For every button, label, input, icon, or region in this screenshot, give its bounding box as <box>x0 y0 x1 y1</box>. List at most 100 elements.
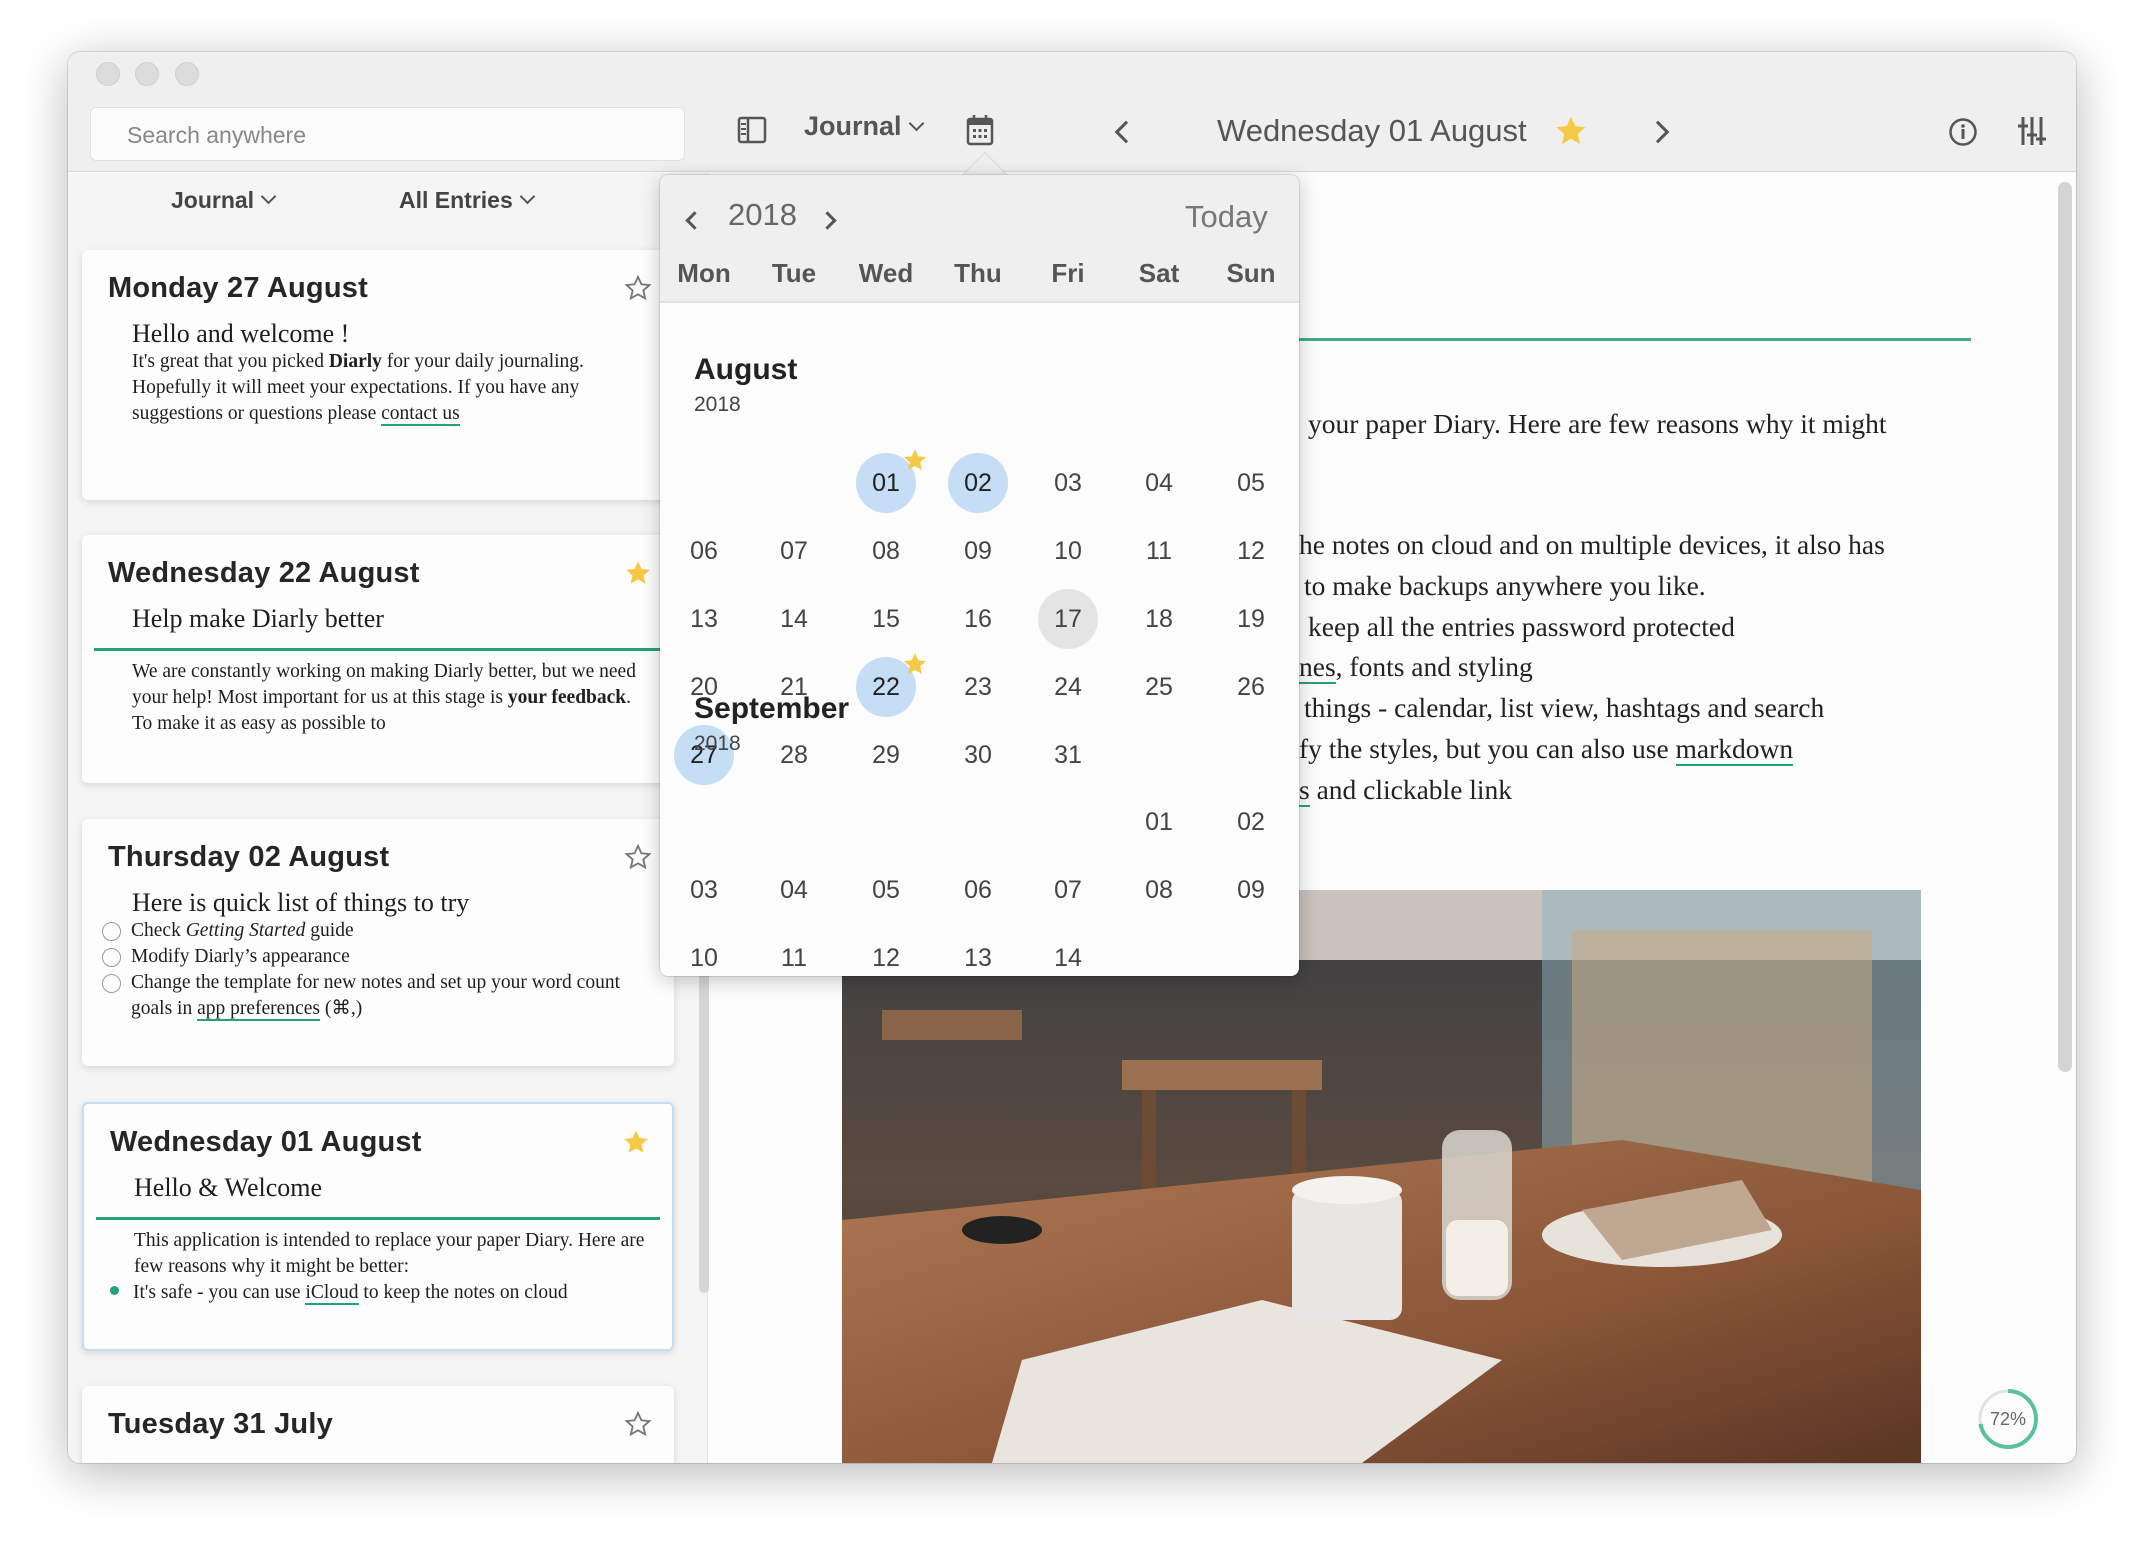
entry-heading: Hello and welcome ! <box>132 319 350 348</box>
next-year-button[interactable] <box>818 211 837 230</box>
text: (⌘,) <box>319 998 363 1019</box>
calendar-day[interactable]: 11 <box>1129 521 1189 581</box>
star-outline-icon[interactable] <box>624 274 652 302</box>
app-preferences-link[interactable]: app preferences <box>197 998 320 1021</box>
entry-date: Wednesday 22 August <box>108 557 420 589</box>
link[interactable]: s <box>1299 774 1310 807</box>
calendar-day[interactable]: 07 <box>764 521 824 581</box>
entry-card[interactable]: Tuesday 31 July <box>82 1386 674 1463</box>
calendar-day[interactable]: 14 <box>1038 928 1098 976</box>
entries-filter-dropdown[interactable]: All Entries <box>399 187 536 214</box>
calendar-day[interactable]: 06 <box>674 521 734 581</box>
calendar-day[interactable]: 01 <box>1129 792 1189 852</box>
previous-year-button[interactable] <box>685 211 704 230</box>
calendar-day[interactable]: 12 <box>856 928 916 976</box>
entry-card-selected[interactable]: Wednesday 01 August Hello & Welcome This… <box>82 1102 674 1351</box>
star-icon[interactable] <box>1554 114 1588 148</box>
entry-title: Wednesday 01 August <box>1217 113 1527 148</box>
calendar-day[interactable]: 10 <box>1038 521 1098 581</box>
calendar-day[interactable]: 02 <box>948 453 1008 513</box>
day-number: 02 <box>964 468 992 497</box>
calendar-day[interactable]: 31 <box>1038 725 1098 785</box>
star-outline-icon[interactable] <box>624 843 652 871</box>
entry-preview: It's great that you picked Diarly for yo… <box>132 349 648 427</box>
sliders-icon[interactable] <box>2018 115 2046 147</box>
entry-card[interactable]: Wednesday 22 August Help make Diarly bet… <box>82 535 674 783</box>
checkbox[interactable] <box>102 974 121 993</box>
calendar-day[interactable]: 07 <box>1038 860 1098 920</box>
calendar-day[interactable]: 15 <box>856 589 916 649</box>
calendar-day[interactable]: 22 <box>856 653 927 717</box>
calendar-day[interactable]: 09 <box>1221 860 1281 920</box>
close-window-button[interactable] <box>96 62 120 86</box>
calendar-day[interactable]: 03 <box>1038 453 1098 513</box>
calendar-day[interactable]: 13 <box>674 589 734 649</box>
calendar-day[interactable]: 06 <box>948 860 1008 920</box>
weekday-label: Thu <box>954 258 1002 288</box>
checklist-item: Change the template for new notes and se… <box>102 970 648 1022</box>
minimize-window-button[interactable] <box>135 62 159 86</box>
calendar-day[interactable]: 25 <box>1129 657 1189 717</box>
calendar-day[interactable]: 04 <box>764 860 824 920</box>
calendar-day[interactable]: 26 <box>1221 657 1281 717</box>
calendar-day[interactable]: 17 <box>1038 589 1098 649</box>
calendar-day[interactable]: 14 <box>764 589 824 649</box>
calendar-day[interactable]: 29 <box>856 725 916 785</box>
sidebar-toggle-icon[interactable] <box>737 116 767 144</box>
calendar-day[interactable]: 03 <box>674 860 734 920</box>
calendar-day[interactable]: 08 <box>856 521 916 581</box>
calendar-day[interactable]: 24 <box>1038 657 1098 717</box>
bold-text: your feedback <box>507 687 627 708</box>
star-filled-icon[interactable] <box>624 559 652 587</box>
search-input[interactable]: Search anywhere <box>90 107 685 161</box>
journal-filter-dropdown[interactable]: Journal <box>171 187 277 214</box>
calendar-day[interactable]: 28 <box>764 725 824 785</box>
weekday-label: Wed <box>858 258 914 288</box>
journal-menu[interactable]: Journal <box>804 111 924 142</box>
calendar-day[interactable]: 12 <box>1221 521 1281 581</box>
calendar-day[interactable]: 05 <box>856 860 916 920</box>
zoom-window-button[interactable] <box>175 62 199 86</box>
calendar-day[interactable]: 13 <box>948 928 1008 976</box>
entry-date: Monday 27 August <box>108 272 368 304</box>
calendar-day[interactable]: 08 <box>1129 860 1189 920</box>
day-number: 11 <box>1146 536 1172 565</box>
info-icon[interactable] <box>1948 117 1978 147</box>
calendar-day[interactable]: 30 <box>948 725 1008 785</box>
calendar-day[interactable]: 01 <box>856 449 927 513</box>
checkbox[interactable] <box>102 948 121 967</box>
calendar-day[interactable]: 09 <box>948 521 1008 581</box>
icloud-link[interactable]: iCloud <box>305 1282 359 1305</box>
calendar-day[interactable]: 05 <box>1221 453 1281 513</box>
calendar-day[interactable]: 02 <box>1221 792 1281 852</box>
editor-scrollbar[interactable] <box>2058 182 2072 1072</box>
next-entry-button[interactable] <box>1646 120 1670 144</box>
star-filled-icon[interactable] <box>622 1128 650 1156</box>
editor-line: to make backups anywhere you like. <box>1304 570 1706 601</box>
calendar-day[interactable]: 16 <box>948 589 1008 649</box>
calendar-day[interactable]: 04 <box>1129 453 1189 513</box>
entry-card[interactable]: Thursday 02 August Here is quick list of… <box>82 819 674 1066</box>
weekday-label: Tue <box>771 258 817 288</box>
entries-filter-label: All Entries <box>399 187 513 213</box>
themes-link[interactable]: nes <box>1299 651 1336 684</box>
today-button[interactable]: Today <box>1185 199 1268 235</box>
calendar-day[interactable]: 11 <box>764 928 824 976</box>
word-goal-progress-ring[interactable]: 72% <box>1976 1387 2040 1451</box>
calendar-day[interactable]: 18 <box>1129 589 1189 649</box>
contact-us-link[interactable]: contact us <box>381 403 460 426</box>
text: It's great that you picked <box>132 351 329 372</box>
day-number: 29 <box>872 740 900 769</box>
checkbox[interactable] <box>102 922 121 941</box>
calendar-day[interactable]: 10 <box>674 928 734 976</box>
calendar-day[interactable]: 19 <box>1221 589 1281 649</box>
calendar-icon[interactable] <box>966 114 994 146</box>
star-outline-icon[interactable] <box>624 1410 652 1438</box>
entry-card[interactable]: Monday 27 August Hello and welcome ! It'… <box>82 250 674 500</box>
day-number: 07 <box>780 536 808 565</box>
day-number: 02 <box>1237 807 1265 836</box>
previous-entry-button[interactable] <box>1114 120 1138 144</box>
markdown-link[interactable]: markdown <box>1675 733 1794 766</box>
calendar-day[interactable]: 23 <box>948 657 1008 717</box>
day-number: 14 <box>780 604 808 633</box>
